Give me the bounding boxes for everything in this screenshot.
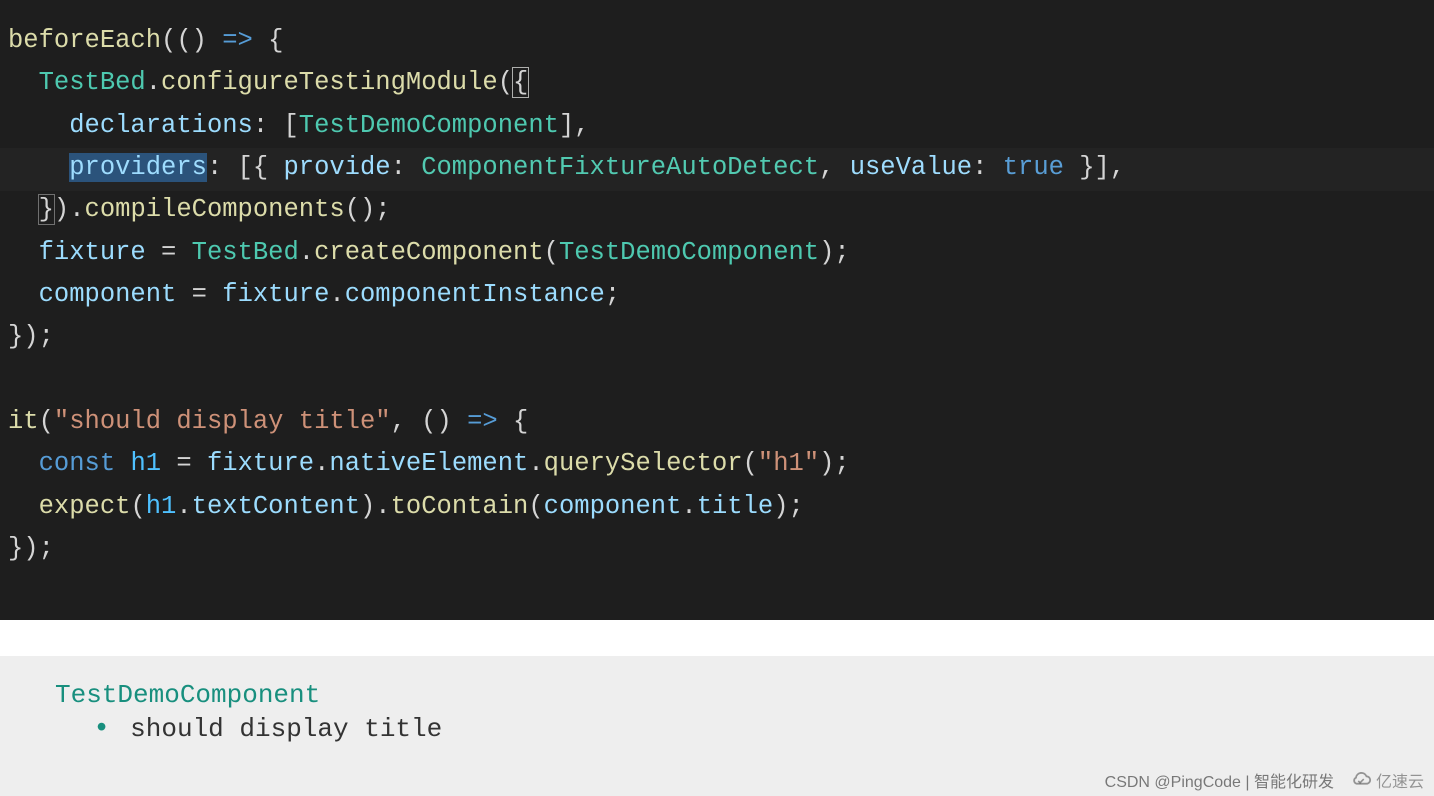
code-editor[interactable]: beforeEach(() => { TestBed.configureTest… [0, 0, 1434, 620]
watermark-csdn: CSDN @PingCode | 智能化研发 [1105, 768, 1334, 792]
code-block: beforeEach(() => { TestBed.configureTest… [8, 20, 1426, 570]
watermark-yisu: 亿速云 [1350, 768, 1424, 792]
test-item-label: should display title [130, 714, 442, 744]
test-list: should display title [93, 712, 1379, 745]
cloud-icon [1350, 769, 1372, 791]
test-item: should display title [93, 712, 1379, 745]
test-results-panel: TestDemoComponent should display title C… [0, 656, 1434, 796]
test-suite-name: TestDemoComponent [55, 680, 1379, 710]
watermark-yisu-text: 亿速云 [1376, 768, 1424, 792]
